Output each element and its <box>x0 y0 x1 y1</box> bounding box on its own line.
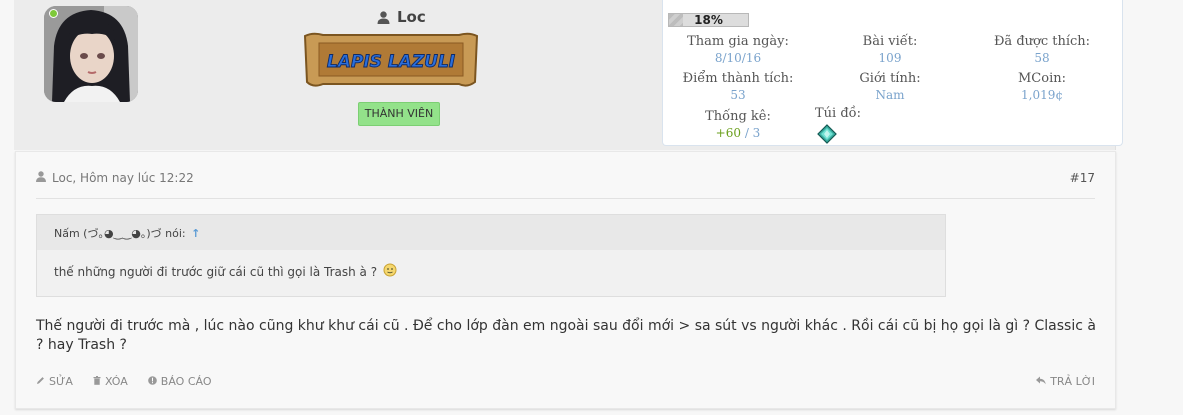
quote-block: Nấm (づ｡◕‿‿◕｡)づ nói: ↑ thế những người đi… <box>36 214 946 297</box>
trash-icon <box>93 375 101 388</box>
delete-button[interactable]: XÓA <box>93 375 128 388</box>
delete-label: XÓA <box>104 375 128 388</box>
username[interactable]: Loc <box>377 8 426 26</box>
post-number[interactable]: #17 <box>1070 171 1095 185</box>
emoticon-icon <box>383 263 397 280</box>
stat-label: Thống kê: <box>705 109 771 124</box>
stat-likes: Đã được thích: 58 <box>967 34 1117 65</box>
post-meta: Loc, Hôm nay lúc 12:22 <box>36 171 194 185</box>
stat-gender: Giới tính: Nam <box>815 71 965 102</box>
stat-label: MCoin: <box>1018 71 1066 86</box>
report-label: BÁO CÁO <box>160 375 212 388</box>
role-badge: THÀNH VIÊN <box>358 102 440 126</box>
quote-header: Nấm (づ｡◕‿‿◕｡)づ nói: ↑ <box>37 215 945 250</box>
edit-label: SỬA <box>49 375 73 388</box>
progress-label: 18% <box>694 13 723 27</box>
quote-author: Nấm (づ｡◕‿‿◕｡)づ nói: <box>54 227 186 240</box>
progress-bar: 18% <box>668 13 749 27</box>
reply-label: TRẢ LỜI <box>1050 375 1095 388</box>
stat-posts: Bài viết: 109 <box>815 34 965 65</box>
post-actions: SỬA XÓA BÁO CÁO <box>36 375 211 388</box>
stat-label: Bài viết: <box>862 34 918 49</box>
username-text: Loc <box>397 8 426 26</box>
warning-icon <box>147 375 157 388</box>
quote-text: thế những người đi trước giữ cái cũ thì … <box>54 264 378 279</box>
stat-value[interactable]: 58 <box>967 51 1117 65</box>
user-stats-panel: 18% Tham gia ngày: 8/10/16 Bài viết: 109… <box>662 0 1123 146</box>
stat-mcoin: MCoin: 1,019¢ <box>967 71 1117 102</box>
pencil-icon <box>36 375 45 388</box>
diamond-icon[interactable] <box>817 124 837 148</box>
user-icon <box>377 10 390 24</box>
stat-label: Điểm thành tích: <box>682 71 794 86</box>
title-banner: LAPIS LAZULI <box>303 32 479 87</box>
online-status-dot <box>49 9 58 18</box>
reply-arrow-icon <box>1036 375 1046 388</box>
banner-text: LAPIS LAZULI <box>327 52 455 72</box>
stat-separator: / <box>741 126 753 140</box>
user-info-block: Loc LAPIS LAZULI THÀNH VIÊN 18% Tham gia… <box>14 0 1123 150</box>
stat-value[interactable]: 8/10/16 <box>663 51 813 65</box>
stat-label: Tham gia ngày: <box>687 34 789 49</box>
stat-value[interactable]: 1,019¢ <box>967 88 1117 102</box>
quote-body: thế những người đi trước giữ cái cũ thì … <box>37 250 945 293</box>
post-content: Thế người đi trước mà , lúc nào cũng khư… <box>36 318 1096 353</box>
stat-label: Giới tính: <box>859 71 921 86</box>
quote-jump-arrow-icon[interactable]: ↑ <box>191 227 200 240</box>
inventory-label: Túi đồ: <box>815 106 861 121</box>
stat-points: Điểm thành tích: 53 <box>663 71 813 102</box>
reply-button[interactable]: TRẢ LỜI <box>1036 375 1095 388</box>
stat-join-date: Tham gia ngày: 8/10/16 <box>663 34 813 65</box>
report-button[interactable]: BÁO CÁO <box>147 375 212 388</box>
divider <box>36 198 1095 199</box>
stat-summary: Thống kê: +60 / 3 <box>663 109 813 140</box>
user-icon <box>36 171 46 185</box>
stat-total: 3 <box>752 126 761 140</box>
stat-value[interactable]: 53 <box>663 88 813 102</box>
stat-value: Nam <box>875 88 905 102</box>
stat-value: +60 / 3 <box>663 126 813 140</box>
stat-value[interactable]: 109 <box>815 51 965 65</box>
avatar[interactable] <box>44 6 138 102</box>
edit-button[interactable]: SỬA <box>36 375 73 388</box>
forum-post: Loc, Hôm nay lúc 12:22 #17 Nấm (づ｡◕‿‿◕｡)… <box>15 151 1116 409</box>
post-author-date[interactable]: Loc, Hôm nay lúc 12:22 <box>52 171 194 185</box>
stat-label: Đã được thích: <box>993 34 1091 49</box>
stat-positive: +60 <box>715 126 741 140</box>
